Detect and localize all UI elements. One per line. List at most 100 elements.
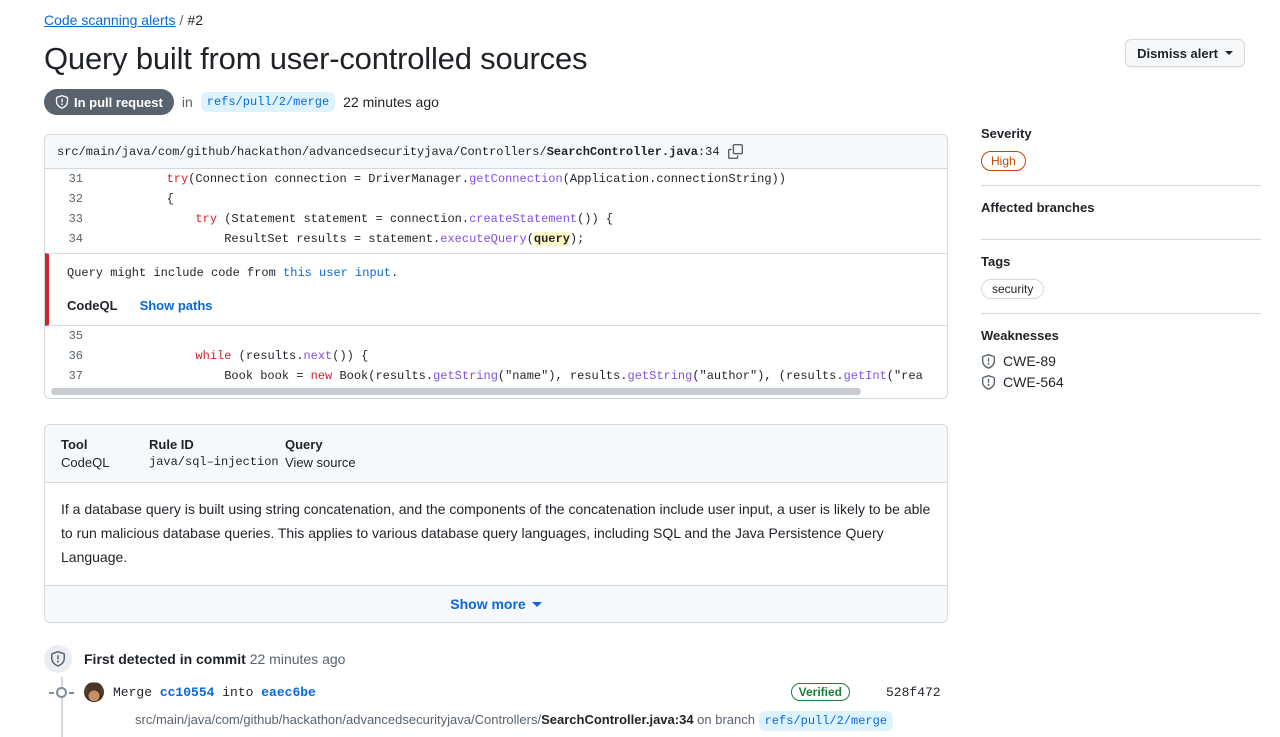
shield-alert-icon xyxy=(44,645,72,673)
code-line-number: 31 xyxy=(68,172,83,186)
code-token: try xyxy=(166,172,189,186)
timeline-on-branch: on branch xyxy=(693,712,759,727)
commit-prefix: Merge xyxy=(113,684,160,700)
code-line-content: Book book = new Book(results.getString("… xyxy=(93,369,923,383)
weakness-row: CWE-89 xyxy=(981,353,1261,369)
commit-sha-from-link[interactable]: cc10554 xyxy=(160,685,215,700)
breadcrumb-current: #2 xyxy=(187,12,203,28)
rule-column-header: Tool xyxy=(61,437,88,452)
code-token: ("name"), results. xyxy=(497,369,628,383)
code-token: { xyxy=(109,192,174,206)
shield-alert-icon xyxy=(55,95,69,109)
weakness-label[interactable]: CWE-89 xyxy=(1003,353,1056,369)
code-token: new xyxy=(310,369,333,383)
timeline-detected-time: 22 minutes ago xyxy=(249,651,346,667)
dismiss-alert-label: Dismiss alert xyxy=(1137,45,1218,61)
code-line-number: 33 xyxy=(68,212,83,226)
timeline-commit-dot xyxy=(44,686,78,698)
alert-page: Code scanning alerts / #2 Query built from… xyxy=(0,0,1280,737)
code-token: next xyxy=(303,349,333,363)
code-token: (Connection connection = DriverManager. xyxy=(188,172,470,186)
show-paths-link[interactable]: Show paths xyxy=(140,298,213,313)
rule-column-header: Query xyxy=(285,437,323,452)
code-token: getString xyxy=(627,369,693,383)
code-line: 32 { xyxy=(45,189,947,209)
code-token: ResultSet results = statement. xyxy=(109,232,441,246)
code-line-content: { xyxy=(93,192,174,206)
breadcrumb: Code scanning alerts / #2 xyxy=(44,11,203,29)
verified-badge[interactable]: Verified xyxy=(790,683,850,701)
commit-middle: into xyxy=(214,684,262,700)
weakness-label[interactable]: CWE-564 xyxy=(1003,374,1064,390)
rule-column-header: Rule ID xyxy=(149,437,194,452)
sidebar-section-severity: Severity High xyxy=(981,126,1261,185)
code-token: while xyxy=(195,349,232,363)
file-path-prefix: src/main/java/com/github/hackathon/advan… xyxy=(57,144,547,159)
code-token: (results. xyxy=(231,349,304,363)
code-token: Book(results. xyxy=(332,369,434,383)
alert-text-before: Query might include code from xyxy=(67,266,284,280)
tags-title: Tags xyxy=(981,254,1011,269)
file-line-suffix: :34 xyxy=(697,144,720,159)
shield-alert-icon xyxy=(981,374,996,390)
code-line: 36 while (results.next()) { xyxy=(45,346,947,366)
rule-meta-table: Tool CodeQL Rule ID java/sql–injection Query… xyxy=(45,425,947,483)
timeline-detected-label: First detected in commit xyxy=(84,651,246,667)
code-file-header: src/main/java/com/github/hackathon/advan… xyxy=(45,135,947,169)
timeline-commit-row: Merge cc10554 into eaec6be Verified 528f… xyxy=(44,682,948,702)
status-badge-label: In pull request xyxy=(74,94,163,110)
scrollbar-thumb[interactable] xyxy=(51,388,861,395)
sidebar-section-affected-branches: Affected branches xyxy=(981,185,1261,239)
code-token: getConnection xyxy=(469,172,563,186)
copy-icon[interactable] xyxy=(727,144,743,159)
alert-message-link[interactable]: this user input xyxy=(283,266,391,280)
code-line-content: try(Connection connection = DriverManage… xyxy=(93,172,786,186)
code-token: (Statement statement = connection. xyxy=(217,212,470,226)
code-line-content: while (results.next()) { xyxy=(93,349,368,363)
show-more-button[interactable]: Show more xyxy=(45,585,947,622)
shield-alert-icon xyxy=(981,353,996,369)
file-name: SearchController.java xyxy=(546,144,698,159)
code-lines-before: 31 try(Connection connection = DriverMan… xyxy=(45,169,947,249)
weakness-row: CWE-564 xyxy=(981,374,1261,390)
timeline-branch-chip[interactable]: refs/pull/2/merge xyxy=(758,711,894,731)
timeline-detected-text: First detected in commit 22 minutes ago xyxy=(84,651,345,667)
alert-timeline: First detected in commit 22 minutes ago … xyxy=(44,645,948,737)
breadcrumb-link-code-scanning-alerts[interactable]: Code scanning alerts xyxy=(44,12,176,28)
status-in-word: in xyxy=(181,94,193,110)
status-badge: In pull request xyxy=(44,89,174,115)
code-token: executeQuery xyxy=(440,232,527,246)
timeline-detected-row: First detected in commit 22 minutes ago xyxy=(44,645,948,673)
code-token: getString xyxy=(433,369,498,383)
code-line: 31 try(Connection connection = DriverMan… xyxy=(45,169,947,189)
branch-chip[interactable]: refs/pull/2/merge xyxy=(200,92,336,112)
sidebar-section-weaknesses: Weaknesses CWE-89 CWE-564 xyxy=(981,313,1261,409)
rule-details-card: Tool CodeQL Rule ID java/sql–injection Query… xyxy=(44,424,948,623)
alert-tool-name: CodeQL xyxy=(67,298,118,313)
code-line: 34 ResultSet results = statement.execute… xyxy=(45,229,947,249)
code-line-number: 36 xyxy=(68,349,83,363)
code-token: Book book = xyxy=(109,369,311,383)
rule-column-value[interactable]: View source xyxy=(285,455,445,470)
code-line-number: 34 xyxy=(68,232,83,246)
tag-badge[interactable]: security xyxy=(981,279,1045,299)
code-token: ()) { xyxy=(332,349,369,363)
code-line-number: 35 xyxy=(68,329,83,343)
avatar[interactable] xyxy=(84,682,104,702)
code-horizontal-scrollbar[interactable] xyxy=(45,386,947,398)
commit-sha-into-link[interactable]: eaec6be xyxy=(261,685,316,700)
dismiss-alert-button[interactable]: Dismiss alert xyxy=(1125,39,1245,67)
commit-sha[interactable]: 528f472 xyxy=(886,685,948,700)
weaknesses-list: CWE-89 CWE-564 xyxy=(981,353,1261,390)
severity-title: Severity xyxy=(981,126,1032,141)
alert-message-text: Query might include code from this user … xyxy=(67,266,947,280)
rule-column: Query View source xyxy=(285,437,445,470)
code-token: getInt xyxy=(843,369,887,383)
weaknesses-title: Weaknesses xyxy=(981,328,1059,343)
code-line-number: 32 xyxy=(68,192,83,206)
page-title: Query built from user-controlled sources xyxy=(44,41,588,76)
file-path[interactable]: src/main/java/com/github/hackathon/advan… xyxy=(57,145,720,159)
code-line-content: ResultSet results = statement.executeQue… xyxy=(93,232,584,246)
rule-column: Rule ID java/sql–injection xyxy=(149,437,285,470)
